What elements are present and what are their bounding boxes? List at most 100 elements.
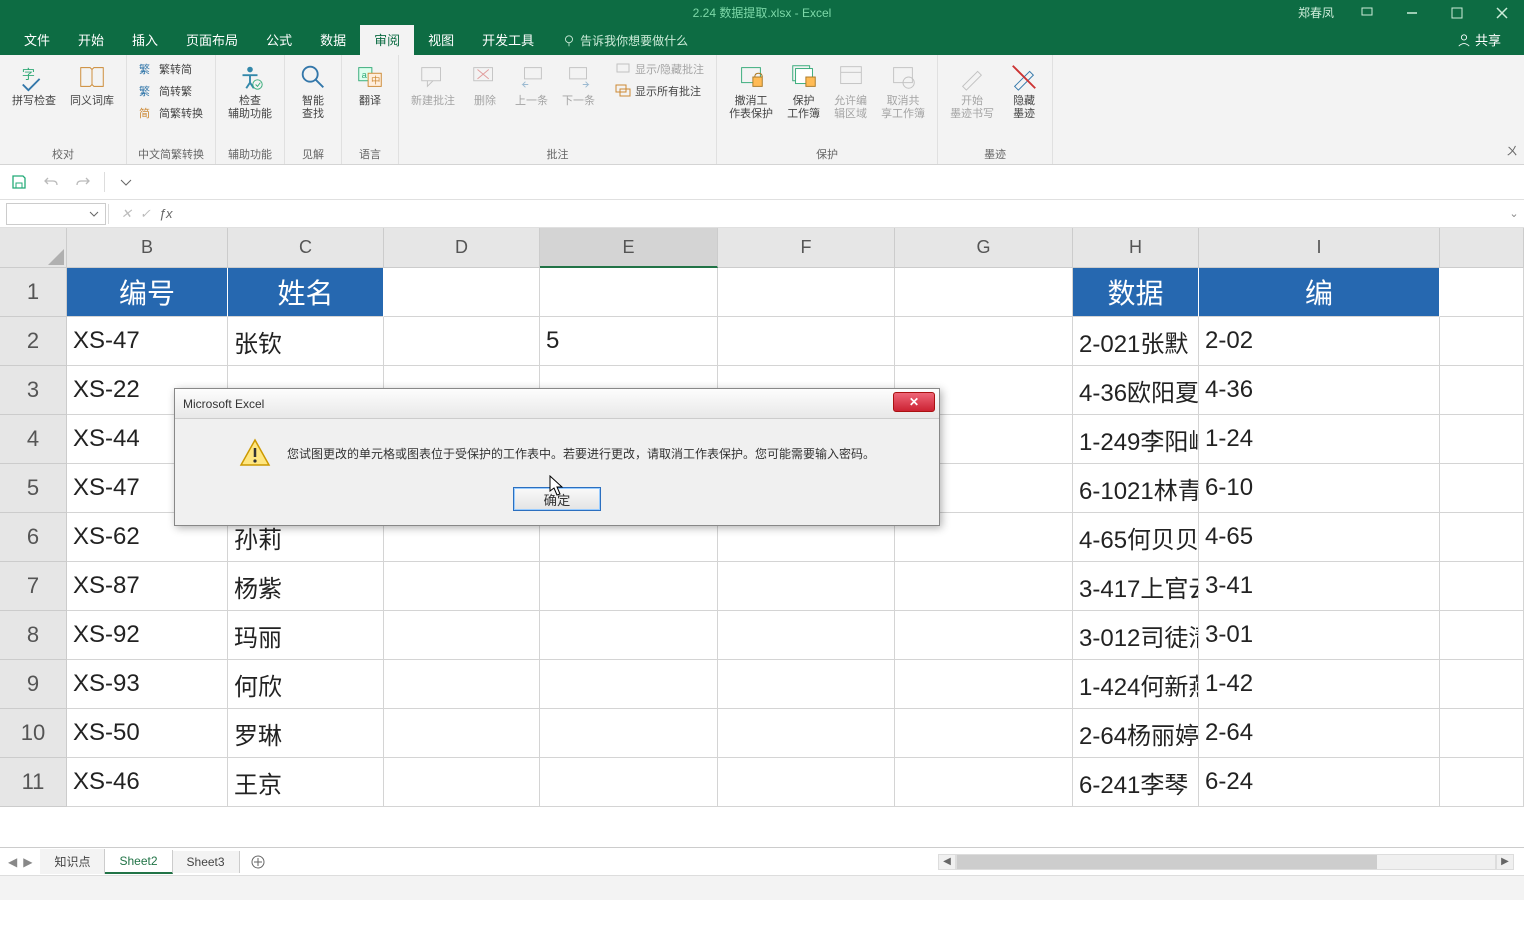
cell[interactable] (384, 317, 540, 366)
cell[interactable]: 编号 (67, 268, 228, 317)
cell[interactable] (540, 268, 718, 317)
dialog-close-button[interactable]: ✕ (893, 392, 935, 412)
cell[interactable] (384, 611, 540, 660)
row-header[interactable]: 1 (0, 268, 67, 317)
tab-view[interactable]: 视图 (414, 24, 468, 55)
cell[interactable]: 玛丽 (228, 611, 384, 660)
cell[interactable]: XS-92 (67, 611, 228, 660)
cell[interactable]: 编 (1199, 268, 1440, 317)
cell[interactable] (718, 562, 895, 611)
cell[interactable] (1440, 366, 1524, 415)
tab-formulas[interactable]: 公式 (252, 24, 306, 55)
cancel-edit-icon[interactable]: ✕ (121, 206, 132, 222)
undo-button[interactable] (40, 171, 62, 193)
unprotect-sheet-button[interactable]: 撤消工 作表保护 (725, 59, 777, 123)
maximize-button[interactable] (1434, 0, 1479, 25)
row-header[interactable]: 6 (0, 513, 67, 562)
cell[interactable]: 1-24 (1199, 415, 1440, 464)
cell[interactable] (718, 709, 895, 758)
cell[interactable] (718, 317, 895, 366)
cell[interactable] (1440, 415, 1524, 464)
row-header[interactable]: 9 (0, 660, 67, 709)
cell[interactable] (895, 562, 1073, 611)
name-box[interactable] (6, 203, 106, 225)
cell[interactable] (895, 611, 1073, 660)
cell[interactable] (540, 611, 718, 660)
start-ink-button[interactable]: 开始 墨迹书写 (946, 59, 998, 123)
cell[interactable] (1440, 758, 1524, 807)
tab-data[interactable]: 数据 (306, 24, 360, 55)
cell[interactable] (718, 268, 895, 317)
chinese-conv-button[interactable]: 简简繁转换 (135, 103, 207, 123)
column-header[interactable]: I (1199, 228, 1440, 268)
cell[interactable]: 张钦 (228, 317, 384, 366)
dialog-titlebar[interactable]: Microsoft Excel ✕ (175, 389, 939, 419)
cell[interactable]: 6-10 (1199, 464, 1440, 513)
cell[interactable] (1440, 317, 1524, 366)
cell[interactable]: 数据 (1073, 268, 1199, 317)
row-header[interactable]: 3 (0, 366, 67, 415)
cell[interactable] (895, 758, 1073, 807)
cell[interactable] (540, 758, 718, 807)
showall-comments-button[interactable]: 显示所有批注 (611, 81, 708, 101)
cell[interactable]: 2-02 (1199, 317, 1440, 366)
cell[interactable] (540, 660, 718, 709)
cell[interactable]: 6-1021林青 (1073, 464, 1199, 513)
delete-comment-button[interactable]: 删除 (465, 59, 505, 110)
column-header[interactable]: C (228, 228, 384, 268)
protect-workbook-button[interactable]: 保护 工作簿 (783, 59, 824, 123)
cell[interactable]: 3-417上官云瑶 (1073, 562, 1199, 611)
formula-input[interactable] (183, 203, 1504, 225)
cell[interactable]: 2-64杨丽婷 (1073, 709, 1199, 758)
cell[interactable]: 6-241李琴 (1073, 758, 1199, 807)
expand-formula-icon[interactable]: ⌄ (1504, 207, 1524, 220)
share-button[interactable]: 共享 (1449, 24, 1509, 55)
cell[interactable] (1440, 464, 1524, 513)
row-header[interactable]: 7 (0, 562, 67, 611)
next-comment-button[interactable]: 下一条 (558, 59, 599, 110)
cell[interactable]: 2-021张默 (1073, 317, 1199, 366)
save-button[interactable] (8, 171, 30, 193)
cell[interactable] (1440, 660, 1524, 709)
cell[interactable] (718, 611, 895, 660)
column-header[interactable] (1440, 228, 1524, 268)
cell[interactable] (1440, 513, 1524, 562)
confirm-edit-icon[interactable]: ✓ (140, 206, 151, 222)
cell[interactable] (1440, 611, 1524, 660)
cell[interactable] (540, 709, 718, 758)
tab-insert[interactable]: 插入 (118, 24, 172, 55)
smart-lookup-button[interactable]: 智能 查找 (293, 59, 333, 123)
row-header[interactable]: 10 (0, 709, 67, 758)
add-sheet-button[interactable] (246, 855, 270, 869)
redo-button[interactable] (72, 171, 94, 193)
cell[interactable] (1440, 562, 1524, 611)
cell[interactable]: XS-93 (67, 660, 228, 709)
cell[interactable]: 2-64 (1199, 709, 1440, 758)
qat-customize-icon[interactable] (115, 171, 137, 193)
cell[interactable]: XS-87 (67, 562, 228, 611)
cell[interactable] (718, 660, 895, 709)
cell[interactable]: 1-42 (1199, 660, 1440, 709)
row-header[interactable]: 4 (0, 415, 67, 464)
cell[interactable]: 王京 (228, 758, 384, 807)
collapse-ribbon-icon[interactable]: ㄨ (1506, 142, 1518, 159)
cell[interactable] (895, 709, 1073, 758)
translate-button[interactable]: a中 翻译 (350, 59, 390, 110)
cell[interactable] (384, 758, 540, 807)
column-header[interactable]: E (540, 228, 718, 268)
sheet-tab[interactable]: Sheet3 (173, 851, 240, 873)
cell[interactable] (895, 268, 1073, 317)
cell[interactable] (895, 660, 1073, 709)
row-header[interactable]: 5 (0, 464, 67, 513)
sheet-tab[interactable]: Sheet2 (105, 850, 172, 874)
cell[interactable]: 杨紫 (228, 562, 384, 611)
cell[interactable]: 1-249李阳峰 (1073, 415, 1199, 464)
cell[interactable] (895, 317, 1073, 366)
cell[interactable] (540, 562, 718, 611)
spellcheck-button[interactable]: 字 拼写检查 (8, 59, 60, 110)
cell[interactable]: 姓名 (228, 268, 384, 317)
column-header[interactable]: D (384, 228, 540, 268)
user-name[interactable]: 郑春凤 (1288, 4, 1344, 21)
showhide-comment-button[interactable]: 显示/隐藏批注 (611, 59, 708, 79)
thesaurus-button[interactable]: 同义词库 (66, 59, 118, 110)
